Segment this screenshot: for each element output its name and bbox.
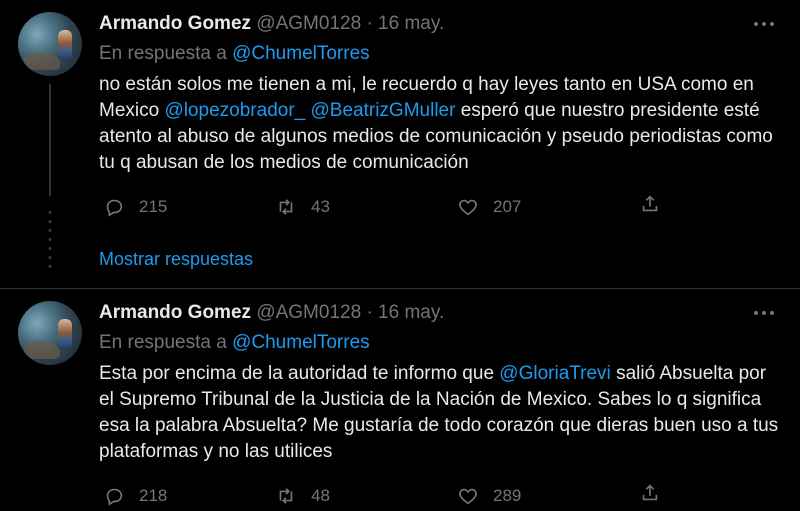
like-button[interactable]: 207 xyxy=(457,193,521,221)
avatar[interactable] xyxy=(18,301,82,365)
more-icon[interactable] xyxy=(752,16,776,32)
reply-to-mention[interactable]: @ChumelTorres xyxy=(232,332,370,353)
tweet-date[interactable]: 16 may. xyxy=(378,13,444,34)
share-button[interactable] xyxy=(639,193,661,215)
like-count: 207 xyxy=(493,197,522,216)
tweet-body: no están solos me tienen a mi, le recuer… xyxy=(99,72,779,176)
reply-button[interactable]: 218 xyxy=(103,482,167,510)
share-icon xyxy=(642,484,658,501)
share-button[interactable] xyxy=(639,482,661,504)
author-handle[interactable]: @AGM0128 xyxy=(256,13,361,34)
tweet-actions: 215 43 207 xyxy=(99,193,679,221)
avatar[interactable] xyxy=(18,12,82,76)
thread-line xyxy=(49,84,51,196)
mention-link[interactable]: @BeatrizGMuller xyxy=(311,100,456,121)
tweet-header: Armando Gomez @AGM0128 · 16 may. xyxy=(99,301,444,325)
tweet[interactable]: Armando Gomez @AGM0128 · 16 may. En resp… xyxy=(0,288,800,511)
show-replies-link[interactable]: Mostrar respuestas xyxy=(99,247,253,271)
retweet-count: 48 xyxy=(311,486,330,505)
like-icon xyxy=(459,199,477,216)
like-button[interactable]: 289 xyxy=(457,482,521,510)
reply-context: En respuesta a @ChumelTorres xyxy=(99,331,370,355)
thread-dots xyxy=(48,208,52,272)
tweet-text: Esta por encima de la autoridad te infor… xyxy=(99,363,500,384)
reply-count: 215 xyxy=(139,197,168,216)
mention-link[interactable]: @GloriaTrevi xyxy=(499,363,611,384)
reply-context: En respuesta a @ChumelTorres xyxy=(99,42,370,66)
reply-icon xyxy=(106,199,123,217)
author-name[interactable]: Armando Gomez xyxy=(99,13,251,34)
retweet-button[interactable]: 43 xyxy=(275,193,330,221)
retweet-icon xyxy=(279,199,293,215)
reply-count: 218 xyxy=(139,486,168,505)
retweet-count: 43 xyxy=(311,197,330,216)
share-icon xyxy=(642,195,658,212)
reply-to-mention[interactable]: @ChumelTorres xyxy=(232,43,370,64)
reply-prefix: En respuesta a xyxy=(99,332,227,353)
reply-icon xyxy=(106,488,123,506)
retweet-icon xyxy=(279,488,293,504)
like-count: 289 xyxy=(493,486,522,505)
separator: · xyxy=(366,302,373,323)
tweet[interactable]: Armando Gomez @AGM0128 · 16 may. En resp… xyxy=(0,0,800,288)
tweet-body: Esta por encima de la autoridad te infor… xyxy=(99,361,779,465)
author-name[interactable]: Armando Gomez xyxy=(99,302,251,323)
mention-link[interactable]: @lopezobrador_ xyxy=(164,100,305,121)
reply-button[interactable]: 215 xyxy=(103,193,167,221)
tweet-actions: 218 48 289 xyxy=(99,482,679,510)
more-icon[interactable] xyxy=(752,305,776,321)
tweet-header: Armando Gomez @AGM0128 · 16 may. xyxy=(99,12,444,36)
separator: · xyxy=(366,13,373,34)
retweet-button[interactable]: 48 xyxy=(275,482,330,510)
like-icon xyxy=(459,488,477,505)
tweet-date[interactable]: 16 may. xyxy=(378,302,444,323)
author-handle[interactable]: @AGM0128 xyxy=(256,302,361,323)
reply-prefix: En respuesta a xyxy=(99,43,227,64)
